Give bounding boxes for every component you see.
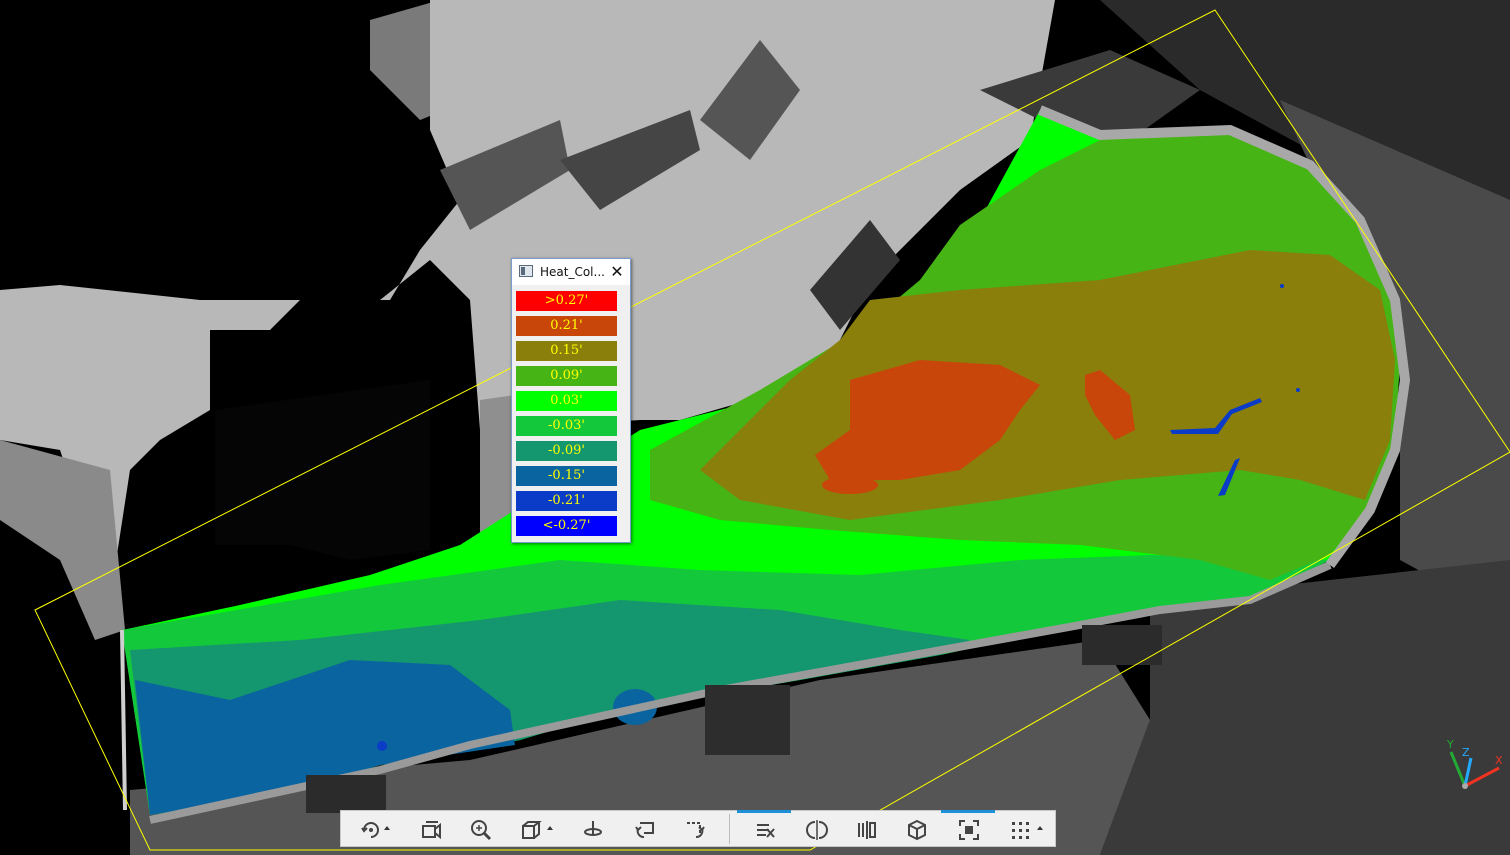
axis-y-label: Y: [1447, 738, 1454, 751]
legend-item: -0.03': [516, 416, 617, 436]
orbit-button[interactable]: [353, 813, 387, 844]
legend-item: <-0.27': [516, 516, 617, 536]
window-app-icon: [519, 265, 533, 277]
box-clip-icon: [908, 819, 926, 841]
legend-items: >0.27' 0.21' 0.15' 0.09' 0.03' -0.03' -0.09' -0…: [516, 291, 617, 541]
orbit-icon: [361, 822, 379, 838]
orbit-dropdown-arrow[interactable]: [384, 826, 390, 830]
pan-camera-button[interactable]: [413, 813, 447, 844]
fit-view-icon: [959, 820, 979, 840]
slice-icon: [858, 821, 876, 839]
undo-view-icon: [635, 822, 654, 838]
section-button[interactable]: [799, 813, 833, 844]
undo-view-button[interactable]: [627, 813, 661, 844]
axis-x-label: X: [1495, 754, 1503, 767]
legend-item: 0.09': [516, 366, 617, 386]
walk-button[interactable]: [575, 813, 609, 844]
axis-z-label: Z: [1462, 746, 1470, 759]
zoom-button[interactable]: [463, 813, 497, 844]
clip-plane-icon: [757, 824, 775, 838]
fit-view-button[interactable]: [941, 810, 995, 844]
legend-item: 0.03': [516, 391, 617, 411]
point-cloud-viewport[interactable]: [0, 0, 1510, 855]
box-clip-button[interactable]: [899, 813, 933, 844]
legend-item: 0.21': [516, 316, 617, 336]
slice-button[interactable]: [849, 813, 883, 844]
legend-titlebar[interactable]: Heat_Col... ✕: [512, 259, 630, 285]
clip-plane-button[interactable]: [737, 810, 791, 844]
heat-color-legend-panel[interactable]: Heat_Col... ✕ >0.27' 0.21' 0.15' 0.09' 0.03'…: [511, 258, 631, 543]
view-cube-icon: [522, 821, 542, 839]
grid-icon: [1012, 822, 1029, 839]
legend-item: 0.15': [516, 341, 617, 361]
redo-view-button[interactable]: [677, 813, 711, 844]
legend-item: >0.27': [516, 291, 617, 311]
section-icon: [806, 820, 828, 840]
view-cube-dropdown-arrow[interactable]: [547, 826, 553, 830]
view-toolbar: [340, 810, 1056, 847]
walk-icon: [584, 821, 602, 836]
point-cloud-scene: [0, 0, 1510, 855]
grid-button[interactable]: [1003, 813, 1037, 844]
grid-dropdown-arrow[interactable]: [1037, 826, 1043, 830]
legend-item: -0.09': [516, 441, 617, 461]
view-cube-button[interactable]: [513, 813, 547, 844]
zoom-icon: [471, 820, 492, 841]
axis-triad: Y Z X: [1443, 738, 1509, 796]
legend-item: -0.15': [516, 466, 617, 486]
toolbar-separator: [729, 814, 730, 844]
legend-title: Heat_Col...: [540, 265, 605, 279]
legend-item: -0.21': [516, 491, 617, 511]
close-icon[interactable]: ✕: [608, 263, 626, 281]
pan-camera-icon: [422, 821, 441, 840]
redo-view-icon: [687, 822, 705, 838]
